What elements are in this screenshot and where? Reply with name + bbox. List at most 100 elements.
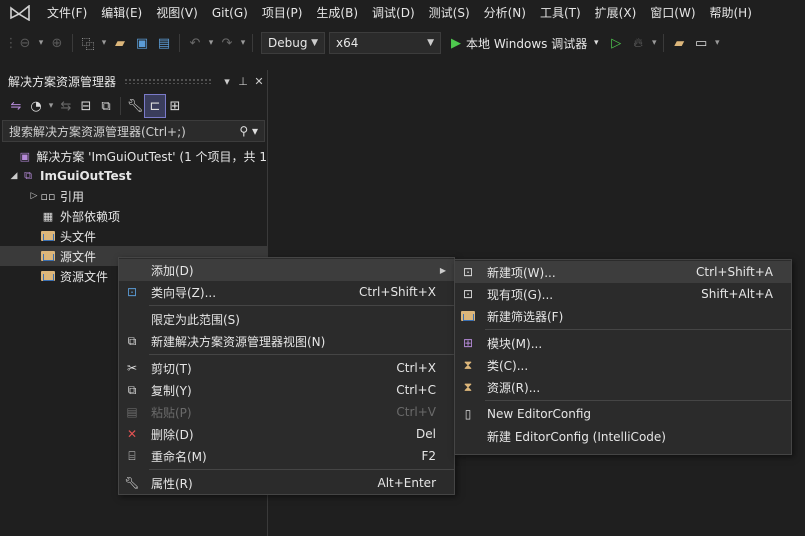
open-folder-icon[interactable]: ▰ bbox=[109, 32, 131, 54]
undo-icon[interactable]: ↶ bbox=[184, 32, 206, 54]
search-icon[interactable]: ⚲ ▾ bbox=[239, 124, 258, 138]
new-item-icon: ⊡ bbox=[462, 265, 474, 279]
menu-item-new-explorer-view[interactable]: ⧉ 新建解决方案资源管理器视图(N) bbox=[119, 330, 454, 352]
switch-views-icon[interactable]: ⇋ bbox=[6, 95, 26, 117]
forward-icon[interactable]: ⊕ bbox=[46, 32, 68, 54]
panel-drag-handle[interactable] bbox=[124, 78, 211, 84]
submenu-arrow-icon: ▶ bbox=[439, 265, 446, 275]
sync-icon[interactable]: ⇆ bbox=[56, 95, 76, 117]
menu-item-copy[interactable]: ⧉ 复制(Y) Ctrl+C bbox=[119, 379, 454, 401]
back-dropdown-icon[interactable]: ▾ bbox=[36, 38, 46, 48]
menu-build[interactable]: 生成(B) bbox=[309, 0, 365, 26]
hot-reload-dropdown-icon[interactable]: ▾ bbox=[649, 38, 659, 48]
tree-item-solution[interactable]: ▣ 解决方案 'ImGuiOutTest' (1 个项目，共 1 bbox=[0, 146, 267, 166]
undo-dropdown-icon[interactable]: ▾ bbox=[206, 38, 216, 48]
solution-config-value: Debug bbox=[268, 36, 308, 50]
panel-title: 解决方案资源管理器 bbox=[8, 74, 117, 89]
submenu-item-class[interactable]: ⧗ 类(C)... bbox=[455, 354, 791, 376]
tree-label: 外部依赖项 bbox=[60, 209, 121, 224]
tree-label: ImGuiOutTest bbox=[40, 169, 132, 183]
cpp-project-icon: ⧉ bbox=[24, 169, 32, 182]
menu-view[interactable]: 视图(V) bbox=[149, 0, 205, 26]
panel-menu-icon[interactable]: ▾ bbox=[219, 75, 235, 88]
toolbar-separator bbox=[72, 34, 73, 52]
copy-icon: ⧉ bbox=[127, 382, 137, 397]
main-toolbar: ⋮ ⊖ ▾ ⊕ ⿻ ▾ ▰ ▣ ▤ ↶ ▾ ↷ ▾ Debug ▼ x64 ▼ … bbox=[0, 28, 805, 58]
document-icon: ▯ bbox=[464, 407, 472, 421]
save-all-icon[interactable]: ▤ bbox=[153, 32, 175, 54]
menu-separator bbox=[485, 400, 791, 401]
menu-project[interactable]: 项目(P) bbox=[255, 0, 310, 26]
hot-reload-icon[interactable]: 🔥︎ bbox=[627, 32, 649, 54]
menu-item-rename[interactable]: ⌸ 重命名(M) F2 bbox=[119, 445, 454, 467]
submenu-item-new-filter[interactable]: 新建筛选器(F) bbox=[455, 305, 791, 327]
pending-changes-dropdown-icon[interactable]: ▾ bbox=[46, 101, 56, 111]
solution-icon: ▣ bbox=[19, 149, 30, 163]
redo-icon[interactable]: ↷ bbox=[216, 32, 238, 54]
close-icon[interactable]: ✕ bbox=[251, 75, 267, 88]
menu-file[interactable]: 文件(F) bbox=[40, 0, 94, 26]
solution-config-select[interactable]: Debug ▼ bbox=[261, 32, 325, 54]
start-without-debugging-icon[interactable]: ▷ bbox=[605, 32, 627, 54]
menu-test[interactable]: 测试(S) bbox=[422, 0, 477, 26]
visual-studio-logo-icon[interactable] bbox=[0, 0, 40, 26]
menu-extensions[interactable]: 扩展(X) bbox=[588, 0, 644, 26]
pending-changes-icon[interactable]: ◔ bbox=[26, 95, 46, 117]
tree-item-references[interactable]: ▷ ▫▫ 引用 bbox=[0, 186, 267, 206]
submenu-item-module[interactable]: ⊞ 模块(M)... bbox=[455, 332, 791, 354]
start-debugging-button[interactable]: ▶ 本地 Windows 调试器 ▾ bbox=[451, 35, 601, 52]
collapse-all-icon[interactable]: ⊟ bbox=[76, 95, 96, 117]
menu-item-properties[interactable]: 🔧︎ 属性(R) Alt+Enter bbox=[119, 472, 454, 494]
menu-item-paste[interactable]: ▤ 粘贴(P) Ctrl+V bbox=[119, 401, 454, 423]
submenu-item-resource[interactable]: ⧗ 资源(R)... bbox=[455, 376, 791, 398]
menu-help[interactable]: 帮助(H) bbox=[703, 0, 759, 26]
tree-label: 引用 bbox=[60, 189, 85, 204]
submenu-item-new-item[interactable]: ⊡ 新建项(W)... Ctrl+Shift+A bbox=[455, 261, 791, 283]
resource-icon: ⧗ bbox=[463, 379, 473, 394]
menu-item-class-wizard[interactable]: ⊡ 类向导(Z)... Ctrl+Shift+X bbox=[119, 281, 454, 303]
filter-folder-icon bbox=[40, 269, 56, 283]
solution-search-input[interactable]: 搜索解决方案资源管理器(Ctrl+;) ⚲ ▾ bbox=[2, 120, 265, 142]
expanded-arrow-icon[interactable]: ◢ bbox=[8, 171, 20, 181]
submenu-item-existing-item[interactable]: ⊡ 现有项(G)... Shift+Alt+A bbox=[455, 283, 791, 305]
menu-tools[interactable]: 工具(T) bbox=[533, 0, 588, 26]
submenu-item-new-editorconfig[interactable]: ▯ New EditorConfig bbox=[455, 403, 791, 425]
collapsed-arrow-icon[interactable]: ▷ bbox=[28, 191, 40, 201]
tree-item-external-deps[interactable]: ▦ 外部依赖项 bbox=[0, 206, 267, 226]
show-all-files-icon[interactable]: ⧉ bbox=[96, 95, 116, 117]
menu-window[interactable]: 窗口(W) bbox=[643, 0, 702, 26]
menu-git[interactable]: Git(G) bbox=[205, 0, 255, 26]
menu-item-add[interactable]: 添加(D) ▶ bbox=[119, 259, 454, 281]
save-icon[interactable]: ▣ bbox=[131, 32, 153, 54]
tree-item-header-files[interactable]: 头文件 bbox=[0, 226, 267, 246]
new-project-icon[interactable]: ⿻ bbox=[77, 32, 99, 54]
menu-analyze[interactable]: 分析(N) bbox=[477, 0, 533, 26]
toolbar-overflow-icon[interactable]: ▾ bbox=[712, 38, 722, 48]
menu-item-cut[interactable]: ✂ 剪切(T) Ctrl+X bbox=[119, 357, 454, 379]
filter-folder-icon bbox=[40, 249, 56, 263]
new-project-dropdown-icon[interactable]: ▾ bbox=[99, 38, 109, 48]
clipboard-icon: ▤ bbox=[126, 405, 138, 419]
solution-explorer-toolbar: ⇋ ◔ ▾ ⇆ ⊟ ⧉ 🔧︎ ⊏ ⊞ bbox=[0, 92, 267, 120]
folder-view-icon[interactable]: ▰ bbox=[668, 32, 690, 54]
menu-item-scope-to-this[interactable]: 限定为此范围(S) bbox=[119, 308, 454, 330]
redo-dropdown-icon[interactable]: ▾ bbox=[238, 38, 248, 48]
platform-select[interactable]: x64 ▼ bbox=[329, 32, 441, 54]
class-icon: ⧗ bbox=[463, 357, 473, 372]
submenu-item-new-editorconfig-intellicode[interactable]: 新建 EditorConfig (IntelliCode) bbox=[455, 425, 791, 447]
back-icon[interactable]: ⊖ bbox=[14, 32, 36, 54]
menu-edit[interactable]: 编辑(E) bbox=[94, 0, 149, 26]
references-icon: ▫▫ bbox=[40, 189, 56, 203]
add-submenu: ⊡ 新建项(W)... Ctrl+Shift+A ⊡ 现有项(G)... Shi… bbox=[454, 259, 792, 455]
tree-item-project[interactable]: ◢ ⧉ ImGuiOutTest bbox=[0, 166, 267, 186]
class-view-icon[interactable]: ⊞ bbox=[165, 95, 185, 117]
window-layout-icon[interactable]: ▭ bbox=[690, 32, 712, 54]
preview-selected-icon[interactable]: ⊏ bbox=[144, 94, 166, 118]
play-icon: ▶ bbox=[451, 35, 461, 51]
tree-label: 资源文件 bbox=[60, 269, 109, 284]
run-dropdown-icon[interactable]: ▾ bbox=[591, 38, 601, 48]
properties-wrench-icon[interactable]: 🔧︎ bbox=[125, 95, 145, 117]
pin-icon[interactable]: ⊥ bbox=[235, 75, 251, 88]
menu-item-delete[interactable]: ✕ 删除(D) Del bbox=[119, 423, 454, 445]
menu-debug[interactable]: 调试(D) bbox=[365, 0, 422, 26]
